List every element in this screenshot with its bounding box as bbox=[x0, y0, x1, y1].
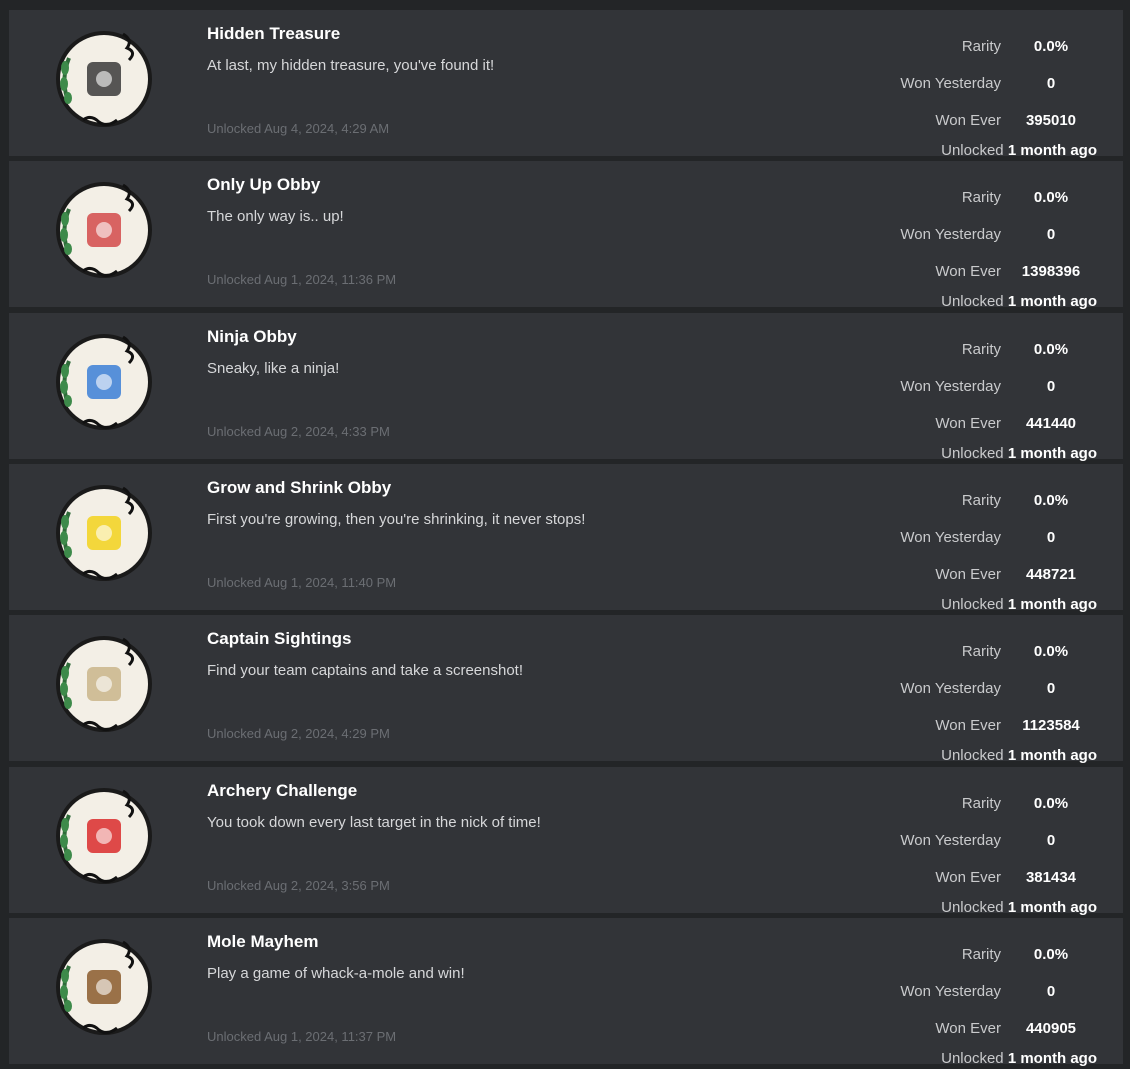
won-yesterday-value: 0 bbox=[1046, 378, 1056, 395]
won-yesterday-label: Won Yesterday bbox=[900, 983, 1001, 1000]
unlocked-label: Unlocked bbox=[941, 596, 1004, 613]
won-ever-label: Won Ever bbox=[935, 566, 1001, 583]
rarity-label: Rarity bbox=[961, 795, 1001, 812]
photo-frame-icon[interactable] bbox=[53, 633, 155, 735]
won-ever-value: 1123584 bbox=[1022, 717, 1080, 734]
archery-target-icon[interactable] bbox=[53, 785, 155, 887]
badge-card[interactable]: Ninja Obby Sneaky, like a ninja! Unlocke… bbox=[9, 313, 1123, 462]
unlock-date: Unlocked Aug 1, 2024, 11:37 PM bbox=[207, 1029, 397, 1044]
badge-description: Sneaky, like a ninja! bbox=[207, 360, 340, 377]
rarity-value: 0.0% bbox=[1033, 795, 1069, 812]
unlock-date: Unlocked Aug 2, 2024, 4:29 PM bbox=[207, 726, 390, 741]
badge-title[interactable]: Ninja Obby bbox=[207, 327, 297, 347]
climbing-figure-icon[interactable] bbox=[53, 179, 155, 281]
badge-description: The only way is.. up! bbox=[207, 208, 344, 225]
unlocked-label: Unlocked bbox=[941, 1050, 1004, 1067]
won-ever-value: 395010 bbox=[1025, 112, 1077, 129]
rarity-value: 0.0% bbox=[1033, 341, 1069, 358]
won-ever-label: Won Ever bbox=[935, 717, 1001, 734]
mole-icon[interactable] bbox=[53, 936, 155, 1038]
unlocked-label: Unlocked bbox=[941, 293, 1004, 310]
badge-card[interactable]: Mole Mayhem Play a game of whack-a-mole … bbox=[9, 918, 1123, 1067]
rarity-value: 0.0% bbox=[1033, 492, 1069, 509]
unlocked-ago: Unlocked 1 month ago bbox=[941, 1050, 1097, 1067]
won-yesterday-label: Won Yesterday bbox=[900, 75, 1001, 92]
won-yesterday-value: 0 bbox=[1046, 75, 1056, 92]
badge-card[interactable]: Only Up Obby The only way is.. up! Unloc… bbox=[9, 161, 1123, 310]
unlocked-ago: Unlocked 1 month ago bbox=[941, 747, 1097, 764]
unlocked-label: Unlocked bbox=[941, 747, 1004, 764]
badge-description: At last, my hidden treasure, you've foun… bbox=[207, 57, 495, 74]
won-ever-value: 448721 bbox=[1025, 566, 1077, 583]
rarity-label: Rarity bbox=[961, 38, 1001, 55]
won-ever-label: Won Ever bbox=[935, 415, 1001, 432]
won-yesterday-label: Won Yesterday bbox=[900, 378, 1001, 395]
unlocked-ago: Unlocked 1 month ago bbox=[941, 596, 1097, 613]
unlocked-ago: Unlocked 1 month ago bbox=[941, 445, 1097, 462]
won-ever-value: 440905 bbox=[1025, 1020, 1077, 1037]
badge-title[interactable]: Archery Challenge bbox=[207, 781, 357, 801]
unlocked-ago-value: 1 month ago bbox=[1007, 747, 1097, 764]
noob-character-icon[interactable] bbox=[53, 482, 155, 584]
unlocked-ago-value: 1 month ago bbox=[1007, 445, 1097, 462]
unlocked-ago-value: 1 month ago bbox=[1007, 1050, 1097, 1067]
badge-card[interactable]: Archery Challenge You took down every la… bbox=[9, 767, 1123, 916]
badge-title[interactable]: Mole Mayhem bbox=[207, 932, 318, 952]
unlocked-ago-value: 1 month ago bbox=[1007, 596, 1097, 613]
won-ever-label: Won Ever bbox=[935, 112, 1001, 129]
unlock-date: Unlocked Aug 1, 2024, 11:36 PM bbox=[207, 272, 397, 287]
won-ever-value: 441440 bbox=[1025, 415, 1077, 432]
won-ever-value: 381434 bbox=[1025, 869, 1077, 886]
rarity-label: Rarity bbox=[961, 643, 1001, 660]
badge-title[interactable]: Hidden Treasure bbox=[207, 24, 340, 44]
badge-description: You took down every last target in the n… bbox=[207, 814, 541, 831]
rarity-label: Rarity bbox=[961, 341, 1001, 358]
badge-description: First you're growing, then you're shrink… bbox=[207, 511, 586, 528]
unlocked-label: Unlocked bbox=[941, 899, 1004, 916]
rarity-value: 0.0% bbox=[1033, 38, 1069, 55]
rarity-label: Rarity bbox=[961, 946, 1001, 963]
won-yesterday-label: Won Yesterday bbox=[900, 680, 1001, 697]
rarity-value: 0.0% bbox=[1033, 946, 1069, 963]
unlocked-ago: Unlocked 1 month ago bbox=[941, 899, 1097, 916]
badge-description: Play a game of whack-a-mole and win! bbox=[207, 965, 465, 982]
badge-title[interactable]: Grow and Shrink Obby bbox=[207, 478, 391, 498]
unlock-date: Unlocked Aug 4, 2024, 4:29 AM bbox=[207, 121, 390, 136]
unlock-date: Unlocked Aug 1, 2024, 11:40 PM bbox=[207, 575, 397, 590]
rarity-label: Rarity bbox=[961, 492, 1001, 509]
unlocked-ago: Unlocked 1 month ago bbox=[941, 293, 1097, 310]
badge-card[interactable]: Grow and Shrink Obby First you're growin… bbox=[9, 464, 1123, 613]
won-yesterday-label: Won Yesterday bbox=[900, 832, 1001, 849]
badge-title[interactable]: Only Up Obby bbox=[207, 175, 320, 195]
rarity-value: 0.0% bbox=[1033, 643, 1069, 660]
ninja-arrows-icon[interactable] bbox=[53, 331, 155, 433]
rarity-value: 0.0% bbox=[1033, 189, 1069, 206]
unlocked-label: Unlocked bbox=[941, 142, 1004, 159]
treasure-chest-icon[interactable] bbox=[53, 28, 155, 130]
unlock-date: Unlocked Aug 2, 2024, 4:33 PM bbox=[207, 424, 390, 439]
unlocked-label: Unlocked bbox=[941, 445, 1004, 462]
badge-card[interactable]: Captain Sightings Find your team captain… bbox=[9, 615, 1123, 764]
badge-description: Find your team captains and take a scree… bbox=[207, 662, 524, 679]
unlock-date: Unlocked Aug 2, 2024, 3:56 PM bbox=[207, 878, 390, 893]
badge-title[interactable]: Captain Sightings bbox=[207, 629, 352, 649]
won-yesterday-value: 0 bbox=[1046, 226, 1056, 243]
won-ever-value: 1398396 bbox=[1021, 263, 1081, 280]
unlocked-ago: Unlocked 1 month ago bbox=[941, 142, 1097, 159]
won-ever-label: Won Ever bbox=[935, 263, 1001, 280]
unlocked-ago-value: 1 month ago bbox=[1007, 899, 1097, 916]
won-yesterday-value: 0 bbox=[1046, 680, 1056, 697]
rarity-label: Rarity bbox=[961, 189, 1001, 206]
won-ever-label: Won Ever bbox=[935, 869, 1001, 886]
won-yesterday-value: 0 bbox=[1046, 529, 1056, 546]
won-yesterday-value: 0 bbox=[1046, 983, 1056, 1000]
won-yesterday-value: 0 bbox=[1046, 832, 1056, 849]
unlocked-ago-value: 1 month ago bbox=[1007, 293, 1097, 310]
won-yesterday-label: Won Yesterday bbox=[900, 529, 1001, 546]
unlocked-ago-value: 1 month ago bbox=[1007, 142, 1097, 159]
won-yesterday-label: Won Yesterday bbox=[900, 226, 1001, 243]
won-ever-label: Won Ever bbox=[935, 1020, 1001, 1037]
badge-list: Hidden Treasure At last, my hidden treas… bbox=[0, 0, 1130, 1069]
badge-card[interactable]: Hidden Treasure At last, my hidden treas… bbox=[9, 10, 1123, 159]
